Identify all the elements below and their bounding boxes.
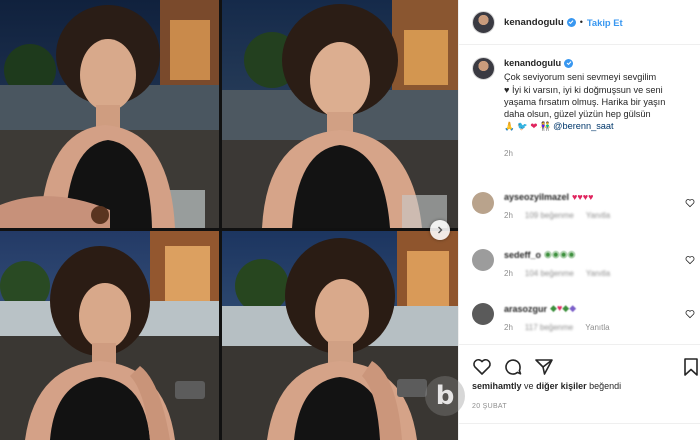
comment-timestamp[interactable]: 2h <box>504 211 513 220</box>
comment-like-count[interactable]: 109 beğenme <box>525 211 574 220</box>
commenter-avatar[interactable] <box>472 192 494 214</box>
caption-line-5: 🙏 🐦 ❤ 👫 @berenn_saat <box>504 120 688 133</box>
next-photo-button[interactable] <box>430 220 450 240</box>
commenter-avatar[interactable] <box>472 303 494 325</box>
verified-badge-icon <box>564 58 574 68</box>
post-header: kenandogulu • Takip Et <box>459 0 700 45</box>
comment-reply-button[interactable]: Yanıtla <box>586 269 610 278</box>
comment-hearts-icon: ♥♥♥♥ <box>572 192 594 202</box>
caption-line-4: daha olsun, güzel yüzün hep gülsün <box>504 109 651 120</box>
post-sidebar: kenandogulu • Takip Et kenandogulu Çok s… <box>458 0 700 440</box>
emoji-row-icon: 🙏 <box>504 122 515 133</box>
comment-item: ayseozyilmazel ♥♥♥♥ 2h 109 beğenme Yanıt… <box>472 192 697 220</box>
photo-top-right <box>222 0 458 228</box>
comment-like-heart-icon[interactable] <box>685 309 695 319</box>
author-avatar[interactable] <box>472 10 495 34</box>
likes-verb: beğendi <box>589 381 622 391</box>
watermark-logo: b <box>425 376 465 416</box>
chevron-right-icon <box>438 226 443 234</box>
comment-item: arasozgur ◆♥◆◆ 2h 117 beğenme Yanıtla <box>472 303 697 332</box>
caption-line-3: yaşama fırsatım olmuş. Harika bir yaşın <box>504 96 666 107</box>
comment-like-heart-icon[interactable] <box>685 198 695 208</box>
comment-reply-button[interactable]: Yanıtla <box>585 323 609 332</box>
caption-text: Çok seviyorum seni sevmeyi sevgilim ♥ İy… <box>504 71 688 133</box>
emoji-heart-icon: ❤ <box>530 122 538 133</box>
comment-emojis-icon: ◆♥◆◆ <box>550 303 577 313</box>
photo-bottom-right <box>222 231 458 440</box>
emoji-couple-icon: 👫 <box>540 122 551 133</box>
author-username[interactable]: kenandogulu <box>504 17 564 28</box>
comment-like-count[interactable]: 104 beğenme <box>525 269 574 278</box>
comment-emojis-icon: ◉◉◉◉ <box>544 249 576 259</box>
caption-author-avatar[interactable] <box>472 57 495 80</box>
comment-timestamp[interactable]: 2h <box>504 269 513 278</box>
commenter-username[interactable]: ayseozyilmazel <box>504 192 569 202</box>
caption-username[interactable]: kenandogulu <box>504 57 574 69</box>
post-media-collage <box>0 0 458 440</box>
caption-timestamp[interactable]: 2h <box>504 148 688 160</box>
comment-bubble-icon[interactable] <box>503 357 523 377</box>
likes-first-user[interactable]: semihamtly <box>472 381 522 391</box>
photo-top-left <box>0 0 219 228</box>
follow-button[interactable]: Takip Et <box>587 17 623 28</box>
emoji-lovebirds-icon: 🐦 <box>517 122 528 133</box>
add-comment-bar[interactable] <box>459 423 700 440</box>
likes-summary: semihamtly ve diğer kişiler beğendi <box>472 381 621 391</box>
comment-item: sedeff_o ◉◉◉◉ 2h 104 beğenme Yanıtla <box>472 249 697 278</box>
share-paper-plane-icon[interactable] <box>534 357 554 377</box>
comment-like-count[interactable]: 117 beğenme <box>525 323 573 332</box>
likes-connector: ve <box>524 381 534 391</box>
verified-badge-icon <box>566 17 576 27</box>
post-caption: kenandogulu Çok seviyorum seni sevmeyi s… <box>459 45 700 160</box>
header-separator: • <box>579 17 583 27</box>
likes-others-link[interactable]: diğer kişiler <box>536 381 587 391</box>
commenter-username[interactable]: arasozgur <box>504 304 547 314</box>
caption-line-2: ♥ İyi ki varsın, iyi ki doğmuşsun ve sen… <box>504 84 663 95</box>
like-heart-icon[interactable] <box>472 357 492 377</box>
caption-line-1: Çok seviyorum seni sevmeyi sevgilim <box>504 72 657 83</box>
post-date[interactable]: 20 ŞUBAT <box>472 403 507 410</box>
comment-like-heart-icon[interactable] <box>685 255 695 265</box>
comment-reply-button[interactable]: Yanıtla <box>586 211 610 220</box>
commenter-avatar[interactable] <box>472 249 494 271</box>
photo-bottom-left <box>0 231 219 440</box>
commenter-username[interactable]: sedeff_o <box>504 250 541 260</box>
save-bookmark-icon[interactable] <box>681 357 700 377</box>
comment-timestamp[interactable]: 2h <box>504 323 513 332</box>
caption-mention-link[interactable]: @berenn_saat <box>553 121 613 131</box>
